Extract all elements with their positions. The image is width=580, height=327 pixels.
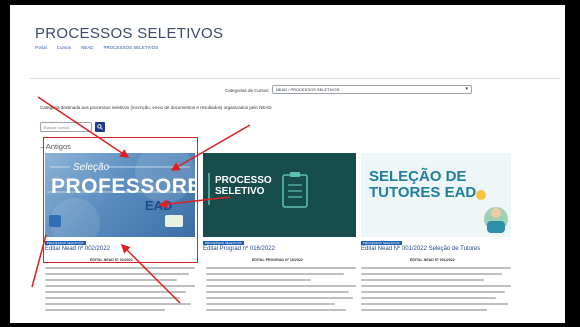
annotation-highlight-box [43, 137, 198, 263]
breadcrumb-item-portal[interactable]: Portal [35, 45, 47, 50]
breadcrumb-item-nead[interactable]: NEAD [81, 45, 94, 50]
category-label: Categorias de Cursos [225, 88, 269, 93]
category-badge: PROCESSOS SELETIVOS [203, 241, 244, 245]
course-title-link[interactable]: Edital Prograd nº 016/2022 [203, 246, 275, 252]
course-subtitle: EDITAL PROGRAD Nº 16/2022 [252, 258, 303, 262]
course-image-selecao-tutores[interactable]: SELEÇÃO DE TUTORES EAD [361, 153, 511, 237]
category-select-value: NEAD / PROCESSOS SELETIVOS [276, 87, 340, 92]
breadcrumb-item-processos[interactable]: PROCESSOS SELETIVOS [104, 45, 159, 50]
course-image-processo-seletivo[interactable]: PROCESSO SELETIVO [203, 153, 356, 237]
browser-page: PROCESSOS SELETIVOS Portal Cursos NEAD P… [10, 5, 565, 323]
page-title: PROCESSOS SELETIVOS [35, 25, 224, 42]
search-input[interactable]: Buscar cursos [40, 122, 92, 132]
divider [30, 78, 560, 79]
category-select[interactable]: NEAD / PROCESSOS SELETIVOS ▾ [272, 85, 472, 94]
course-subtitle: EDITAL NEAD Nº 001/2022 [410, 258, 455, 262]
search-icon [97, 124, 103, 130]
search-button[interactable] [95, 122, 105, 132]
breadcrumb-item-cursos[interactable]: Cursos [57, 45, 71, 50]
banner-selecao-tutores-text: SELEÇÃO DE TUTORES EAD [369, 168, 477, 201]
course-title-link[interactable]: Edital Nead Nº 001/2022 Seleção de Tutor… [361, 246, 480, 252]
course-description [206, 267, 356, 315]
category-description: Categoria destinada aos processos seleti… [40, 105, 272, 110]
chevron-down-icon: ▾ [465, 86, 468, 92]
category-badge: PROCESSOS SELETIVOS [361, 241, 402, 245]
course-description [45, 267, 195, 315]
course-description [361, 267, 511, 315]
breadcrumb: Portal Cursos NEAD PROCESSOS SELETIVOS [35, 45, 158, 50]
banner-processo-seletivo-text: PROCESSO SELETIVO [215, 175, 272, 197]
